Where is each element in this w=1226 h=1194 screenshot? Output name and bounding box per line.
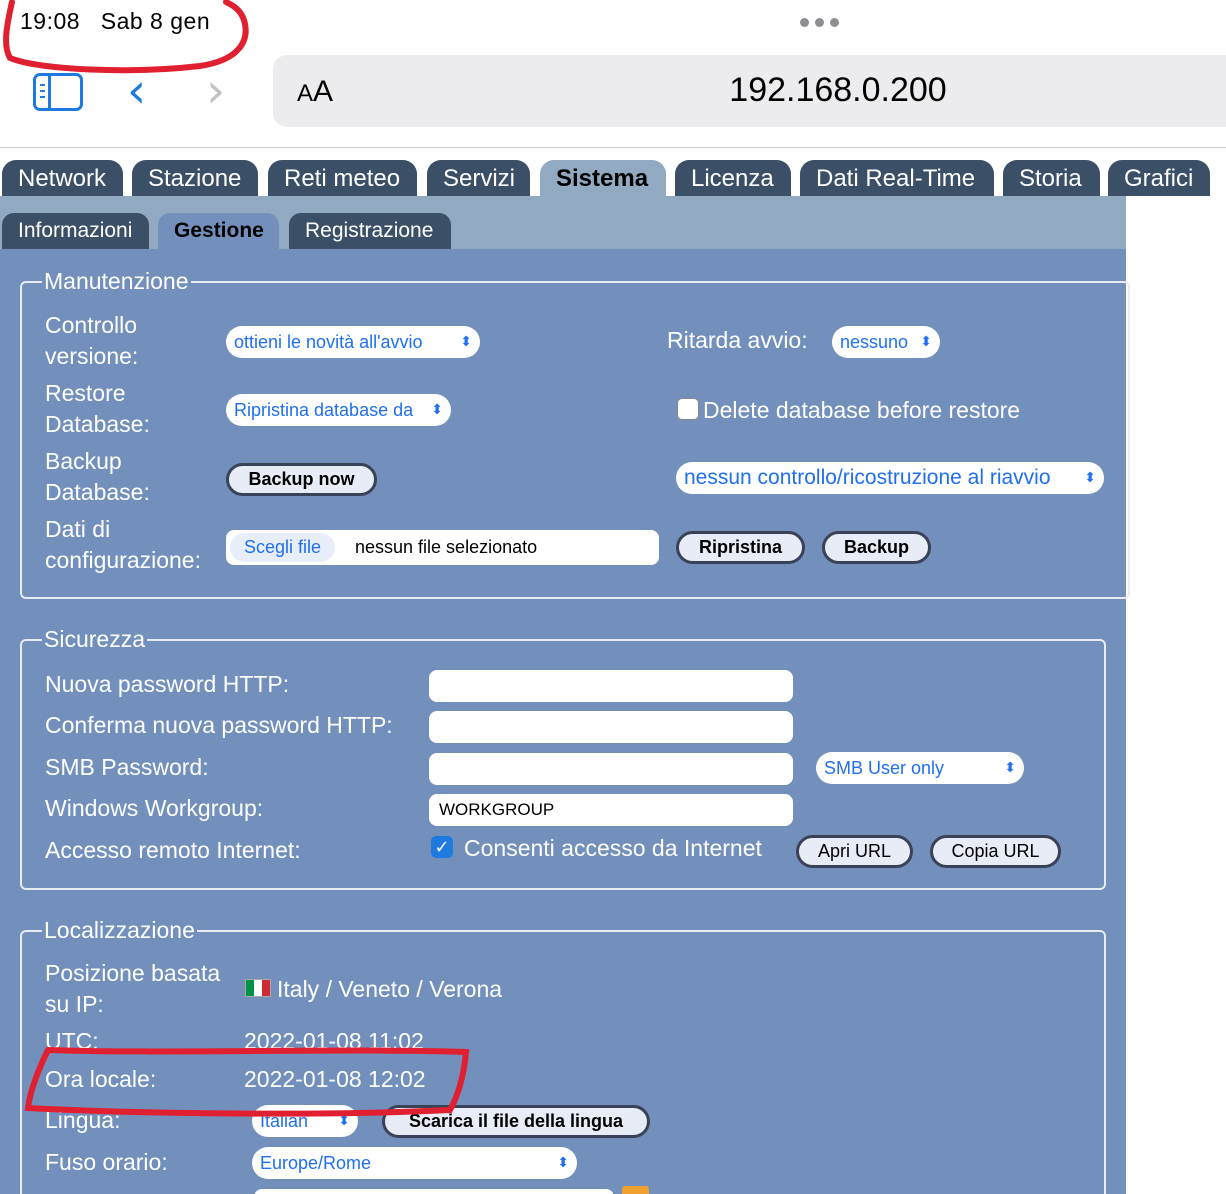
smb-password-input[interactable] xyxy=(429,753,793,785)
tab-servizi[interactable]: Servizi xyxy=(427,160,530,196)
gestione-panel: Manutenzione Controllo versione: ottieni … xyxy=(0,249,1130,1194)
selected-file-name: nessun file selezionato xyxy=(355,537,538,557)
forward-chevron-icon[interactable]: › xyxy=(206,67,225,115)
consenti-accesso-label: Consenti accesso da Internet xyxy=(464,835,762,861)
localizzazione-legend: Localizzazione xyxy=(42,916,197,944)
sicurezza-legend: Sicurezza xyxy=(42,625,147,653)
accesso-remoto-label: Accesso remoto Internet: xyxy=(45,837,301,863)
backup-database-label: Backup Database: xyxy=(45,448,150,505)
utc-value: 2022-01-08 11:02 xyxy=(244,1028,424,1054)
chevron-updown-icon: ⬍ xyxy=(338,1113,350,1129)
backup-button[interactable]: Backup xyxy=(822,531,931,564)
conferma-password-label: Conferma nuova password HTTP: xyxy=(45,712,393,738)
ora-locale-label: Ora locale: xyxy=(45,1066,157,1092)
chevron-updown-icon: ⬍ xyxy=(431,402,443,418)
delete-database-label: Delete database before restore xyxy=(703,397,1021,423)
nuova-password-label: Nuova password HTTP: xyxy=(45,671,290,697)
restore-database-value: Ripristina database da xyxy=(234,400,414,420)
ritarda-avvio-select[interactable]: nessuno ⬍ xyxy=(832,326,940,358)
sidebar-toggle-icon[interactable] xyxy=(33,73,83,111)
ritarda-avvio-label: Ritarda avvio: xyxy=(667,327,808,353)
fuso-orario-select[interactable]: Europe/Rome ⬍ xyxy=(252,1147,577,1179)
status-clock: 19:08 xyxy=(20,8,81,34)
smb-mode-value: SMB User only xyxy=(824,758,945,778)
italy-flag-icon xyxy=(245,979,271,997)
posizione-value: Italy / Veneto / Verona xyxy=(277,976,503,1002)
controllo-versione-label: Controllo versione: xyxy=(45,312,139,369)
next-select-partial[interactable] xyxy=(254,1189,614,1194)
workgroup-input[interactable]: WORKGROUP xyxy=(429,794,793,826)
tab-dati-real-time[interactable]: Dati Real-Time xyxy=(800,160,994,196)
subtab-gestione[interactable]: Gestione xyxy=(158,213,279,249)
main-tabbar: Network Stazione Reti meteo Servizi Sist… xyxy=(0,148,1226,196)
restore-database-select[interactable]: Ripristina database da ⬍ xyxy=(226,394,451,426)
ora-locale-value: 2022-01-08 12:02 xyxy=(244,1066,426,1092)
tab-licenza[interactable]: Licenza xyxy=(675,160,791,196)
smb-password-label: SMB Password: xyxy=(45,754,209,780)
subtab-informazioni[interactable]: Informazioni xyxy=(2,213,149,249)
config-file-input[interactable]: Scegli file nessun file selezionato xyxy=(226,530,659,565)
fuso-orario-value: Europe/Rome xyxy=(260,1153,372,1173)
copia-url-button[interactable]: Copia URL xyxy=(930,835,1061,868)
posizione-label: Posizione basata su IP: xyxy=(45,960,221,1017)
workgroup-label: Windows Workgroup: xyxy=(45,795,264,821)
url-text: 192.168.0.200 xyxy=(729,71,947,109)
tab-storia[interactable]: Storia xyxy=(1003,160,1100,196)
scarica-lingua-button[interactable]: Scarica il file della lingua xyxy=(382,1105,650,1138)
tab-reti-meteo[interactable]: Reti meteo xyxy=(268,160,417,196)
chevron-updown-icon: ⬍ xyxy=(460,334,472,350)
utc-label: UTC: xyxy=(45,1028,99,1054)
consenti-accesso-checkbox[interactable]: ✓ xyxy=(431,836,453,858)
smb-mode-select[interactable]: SMB User only ⬍ xyxy=(816,752,1024,784)
delete-database-checkbox[interactable] xyxy=(677,398,699,420)
tab-grafici[interactable]: Grafici xyxy=(1108,160,1210,196)
chevron-updown-icon: ⬍ xyxy=(920,334,932,350)
lingua-label: Lingua: xyxy=(45,1107,121,1133)
chevron-updown-icon: ⬍ xyxy=(557,1155,569,1171)
chevron-updown-icon: ⬍ xyxy=(1084,470,1096,486)
choose-file-button[interactable]: Scegli file xyxy=(230,533,336,562)
apri-url-button[interactable]: Apri URL xyxy=(796,835,913,868)
backup-now-button[interactable]: Backup now xyxy=(226,463,377,496)
status-date: Sab 8 gen xyxy=(100,8,211,34)
nuova-password-input[interactable] xyxy=(429,670,793,702)
chevron-updown-icon: ⬍ xyxy=(1004,760,1016,776)
tab-stazione[interactable]: Stazione xyxy=(132,160,258,196)
screen: 19:08 Sab 8 gen ‹ › AA 192.168.0.200 Net… xyxy=(0,0,1226,1194)
back-chevron-icon[interactable]: ‹ xyxy=(127,67,146,115)
subtab-registrazione[interactable]: Registrazione xyxy=(289,213,451,249)
fuso-orario-label: Fuso orario: xyxy=(45,1149,168,1175)
tab-network[interactable]: Network xyxy=(2,160,123,196)
check-rebuild-value: nessun controllo/ricostruzione al riavvi… xyxy=(684,466,1051,489)
multitasking-dots-icon[interactable] xyxy=(800,18,839,27)
controllo-versione-select[interactable]: ottieni le novità all'avvio ⬍ xyxy=(226,326,480,358)
warning-icon xyxy=(622,1186,649,1194)
restore-database-label: Restore Database: xyxy=(45,380,150,437)
ritarda-avvio-value: nessuno xyxy=(840,332,909,352)
manutenzione-legend: Manutenzione xyxy=(42,267,191,295)
dati-configurazione-label: Dati di configurazione: xyxy=(45,516,201,573)
conferma-password-input[interactable] xyxy=(429,711,793,743)
status-time: 19:08 Sab 8 gen xyxy=(20,8,210,35)
address-bar[interactable]: AA 192.168.0.200 xyxy=(273,55,1226,127)
ripristina-button[interactable]: Ripristina xyxy=(676,531,805,564)
check-rebuild-select[interactable]: nessun controllo/ricostruzione al riavvi… xyxy=(676,462,1104,494)
lingua-value: Italian xyxy=(260,1111,309,1131)
controllo-versione-value: ottieni le novità all'avvio xyxy=(234,332,423,352)
lingua-select[interactable]: Italian ⬍ xyxy=(252,1105,358,1137)
tab-sistema[interactable]: Sistema xyxy=(540,160,666,196)
